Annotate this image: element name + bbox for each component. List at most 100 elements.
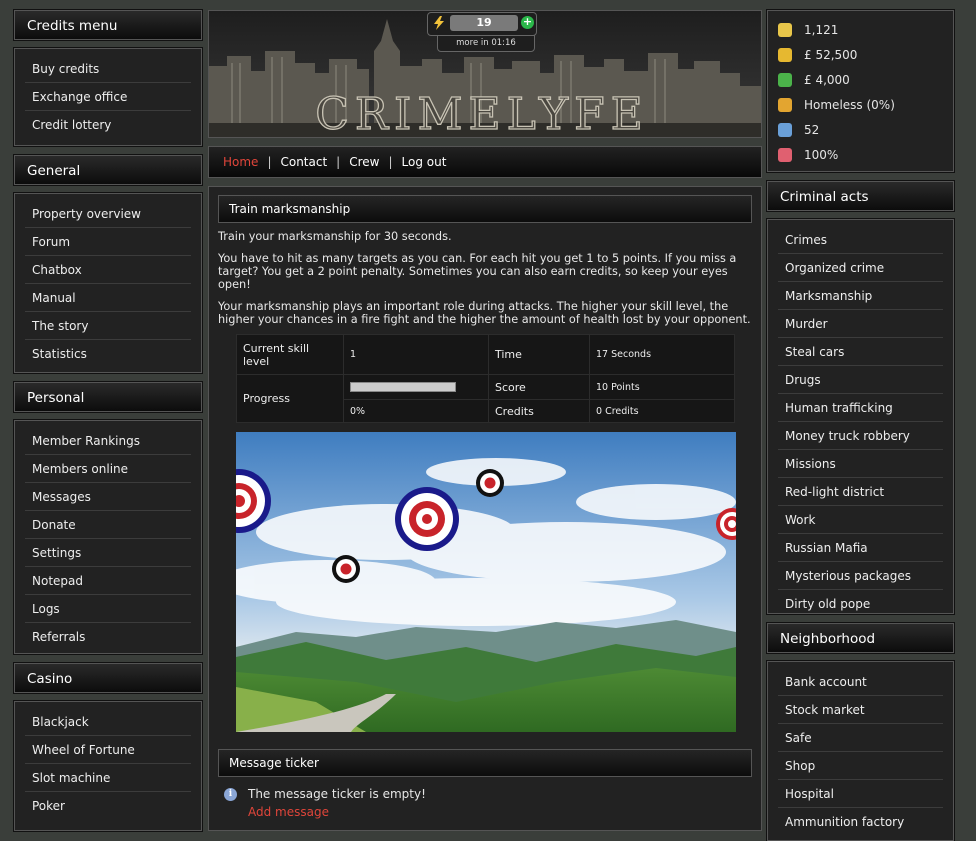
sidebar-item-credit-lottery[interactable]: Credit lottery	[25, 111, 191, 138]
sidebar-item-members-online[interactable]: Members online	[25, 455, 191, 483]
score-value: 10 Points	[589, 374, 735, 400]
energy-timer: more in 01:16	[437, 35, 535, 52]
sidebar-item-work[interactable]: Work	[778, 506, 943, 534]
sidebar-item-shop[interactable]: Shop	[778, 752, 943, 780]
stat-value: £ 4,000	[804, 72, 850, 87]
neighborhood-header: Neighborhood	[766, 622, 955, 654]
stat-row: 52	[778, 117, 943, 142]
skill-label: Current skill level	[236, 334, 344, 375]
money-bag-icon	[778, 47, 792, 62]
main-content: Train marksmanship Train your marksmansh…	[208, 186, 762, 831]
left-sidebar: Credits menu Buy credits Exchange office…	[13, 9, 203, 832]
sidebar-item-referrals[interactable]: Referrals	[25, 623, 191, 650]
sidebar-item-organized-crime[interactable]: Organized crime	[778, 254, 943, 282]
nav-crew[interactable]: Crew	[349, 155, 379, 169]
sidebar-item-hospital[interactable]: Hospital	[778, 780, 943, 808]
sidebar-item-drugs[interactable]: Drugs	[778, 366, 943, 394]
sidebar-item-property-overview[interactable]: Property overview	[25, 200, 191, 228]
stat-value: 100%	[804, 147, 839, 162]
sidebar-item-donate[interactable]: Donate	[25, 511, 191, 539]
sidebar-item-manual[interactable]: Manual	[25, 284, 191, 312]
training-stats-table: Current skill level 1 Time 17 Seconds Pr…	[236, 334, 735, 423]
sidebar-item-blackjack[interactable]: Blackjack	[25, 708, 191, 736]
add-energy-icon[interactable]: +	[521, 16, 534, 29]
credits-menu-list: Buy credits Exchange office Credit lotte…	[13, 47, 203, 147]
progress-value: 0%	[343, 399, 489, 423]
ticker-status: i The message ticker is empty!	[224, 787, 752, 801]
sidebar-item-the-story[interactable]: The story	[25, 312, 191, 340]
sidebar-item-russian-mafia[interactable]: Russian Mafia	[778, 534, 943, 562]
sidebar-item-money-truck-robbery[interactable]: Money truck robbery	[778, 422, 943, 450]
sidebar-item-exchange-office[interactable]: Exchange office	[25, 83, 191, 111]
energy-meter: 19 +	[427, 12, 537, 36]
sidebar-item-steal-cars[interactable]: Steal cars	[778, 338, 943, 366]
stat-row: 100%	[778, 142, 943, 167]
target-4[interactable]	[332, 555, 360, 583]
sidebar-item-safe[interactable]: Safe	[778, 724, 943, 752]
stat-value: 1,121	[804, 22, 839, 37]
sidebar-item-poker[interactable]: Poker	[25, 792, 191, 819]
nav-contact[interactable]: Contact	[280, 155, 327, 169]
intro-text: Train your marksmanship for 30 seconds.	[218, 230, 452, 243]
sidebar-item-slot-machine[interactable]: Slot machine	[25, 764, 191, 792]
add-message-link[interactable]: Add message	[248, 805, 752, 819]
sidebar-item-stock-market[interactable]: Stock market	[778, 696, 943, 724]
stat-value: Homeless (0%)	[804, 97, 895, 112]
general-header: General	[13, 154, 203, 186]
sidebar-item-marksmanship[interactable]: Marksmanship	[778, 282, 943, 310]
stat-row: Homeless (0%)	[778, 92, 943, 117]
sidebar-item-red-light-district[interactable]: Red-light district	[778, 478, 943, 506]
sidebar-item-murder[interactable]: Murder	[778, 310, 943, 338]
sidebar-item-logs[interactable]: Logs	[25, 595, 191, 623]
sidebar-item-chatbox[interactable]: Chatbox	[25, 256, 191, 284]
heart-icon	[778, 147, 792, 162]
sidebar-item-human-trafficking[interactable]: Human trafficking	[778, 394, 943, 422]
sidebar-item-messages[interactable]: Messages	[25, 483, 191, 511]
target-1[interactable]	[236, 468, 271, 534]
stat-row: 1,121	[778, 17, 943, 42]
credits-menu-header: Credits menu	[13, 9, 203, 41]
nav-logout[interactable]: Log out	[402, 155, 447, 169]
time-value: 17 Seconds	[589, 334, 735, 375]
target-3[interactable]	[476, 469, 504, 497]
neighborhood-list: Bank account Stock market Safe Shop Hospital…	[766, 660, 955, 841]
sidebar-item-statistics[interactable]: Statistics	[25, 340, 191, 367]
ticker-empty-text: The message ticker is empty!	[248, 787, 426, 801]
stat-value: £ 52,500	[804, 47, 858, 62]
personal-list: Member Rankings Members online Messages …	[13, 419, 203, 655]
shooting-range[interactable]	[236, 432, 736, 732]
credits-label: Credits	[488, 399, 590, 423]
sidebar-item-crimes[interactable]: Crimes	[778, 226, 943, 254]
sidebar-item-missions[interactable]: Missions	[778, 450, 943, 478]
rules-text: You have to hit as many targets as you c…	[218, 252, 737, 291]
player-stats: 1,121 £ 52,500 £ 4,000 Homeless (0%) 52 100%	[766, 9, 955, 173]
description-text: Your marksmanship plays an important rol…	[218, 300, 751, 326]
header-banner: CRIMELYFE 19 + more in 01:16	[208, 10, 762, 138]
skill-value: 1	[343, 334, 489, 375]
sidebar-item-settings[interactable]: Settings	[25, 539, 191, 567]
banknote-icon	[778, 72, 792, 87]
progress-label: Progress	[236, 374, 344, 423]
sidebar-item-dirty-old-pope[interactable]: Dirty old pope	[778, 590, 943, 617]
sidebar-item-notepad[interactable]: Notepad	[25, 567, 191, 595]
target-5[interactable]	[716, 508, 736, 540]
shield-icon	[778, 22, 792, 37]
stat-value: 52	[804, 122, 820, 137]
casino-header: Casino	[13, 662, 203, 694]
sidebar-item-buy-credits[interactable]: Buy credits	[25, 55, 191, 83]
stat-row: £ 4,000	[778, 67, 943, 92]
logo[interactable]: CRIMELYFE	[315, 88, 648, 138]
message-ticker-header: Message ticker	[218, 749, 752, 777]
target-2[interactable]	[395, 487, 459, 551]
sidebar-item-wheel-of-fortune[interactable]: Wheel of Fortune	[25, 736, 191, 764]
sidebar-item-member-rankings[interactable]: Member Rankings	[25, 427, 191, 455]
sidebar-item-bank-account[interactable]: Bank account	[778, 668, 943, 696]
progress-bar	[350, 382, 456, 392]
sidebar-item-forum[interactable]: Forum	[25, 228, 191, 256]
top-nav: Home | Contact | Crew | Log out	[208, 146, 762, 178]
info-icon: i	[224, 787, 237, 801]
page-title: Train marksmanship	[218, 195, 752, 223]
sidebar-item-mysterious-packages[interactable]: Mysterious packages	[778, 562, 943, 590]
nav-home[interactable]: Home	[223, 155, 258, 169]
casino-list: Blackjack Wheel of Fortune Slot machine …	[13, 700, 203, 832]
